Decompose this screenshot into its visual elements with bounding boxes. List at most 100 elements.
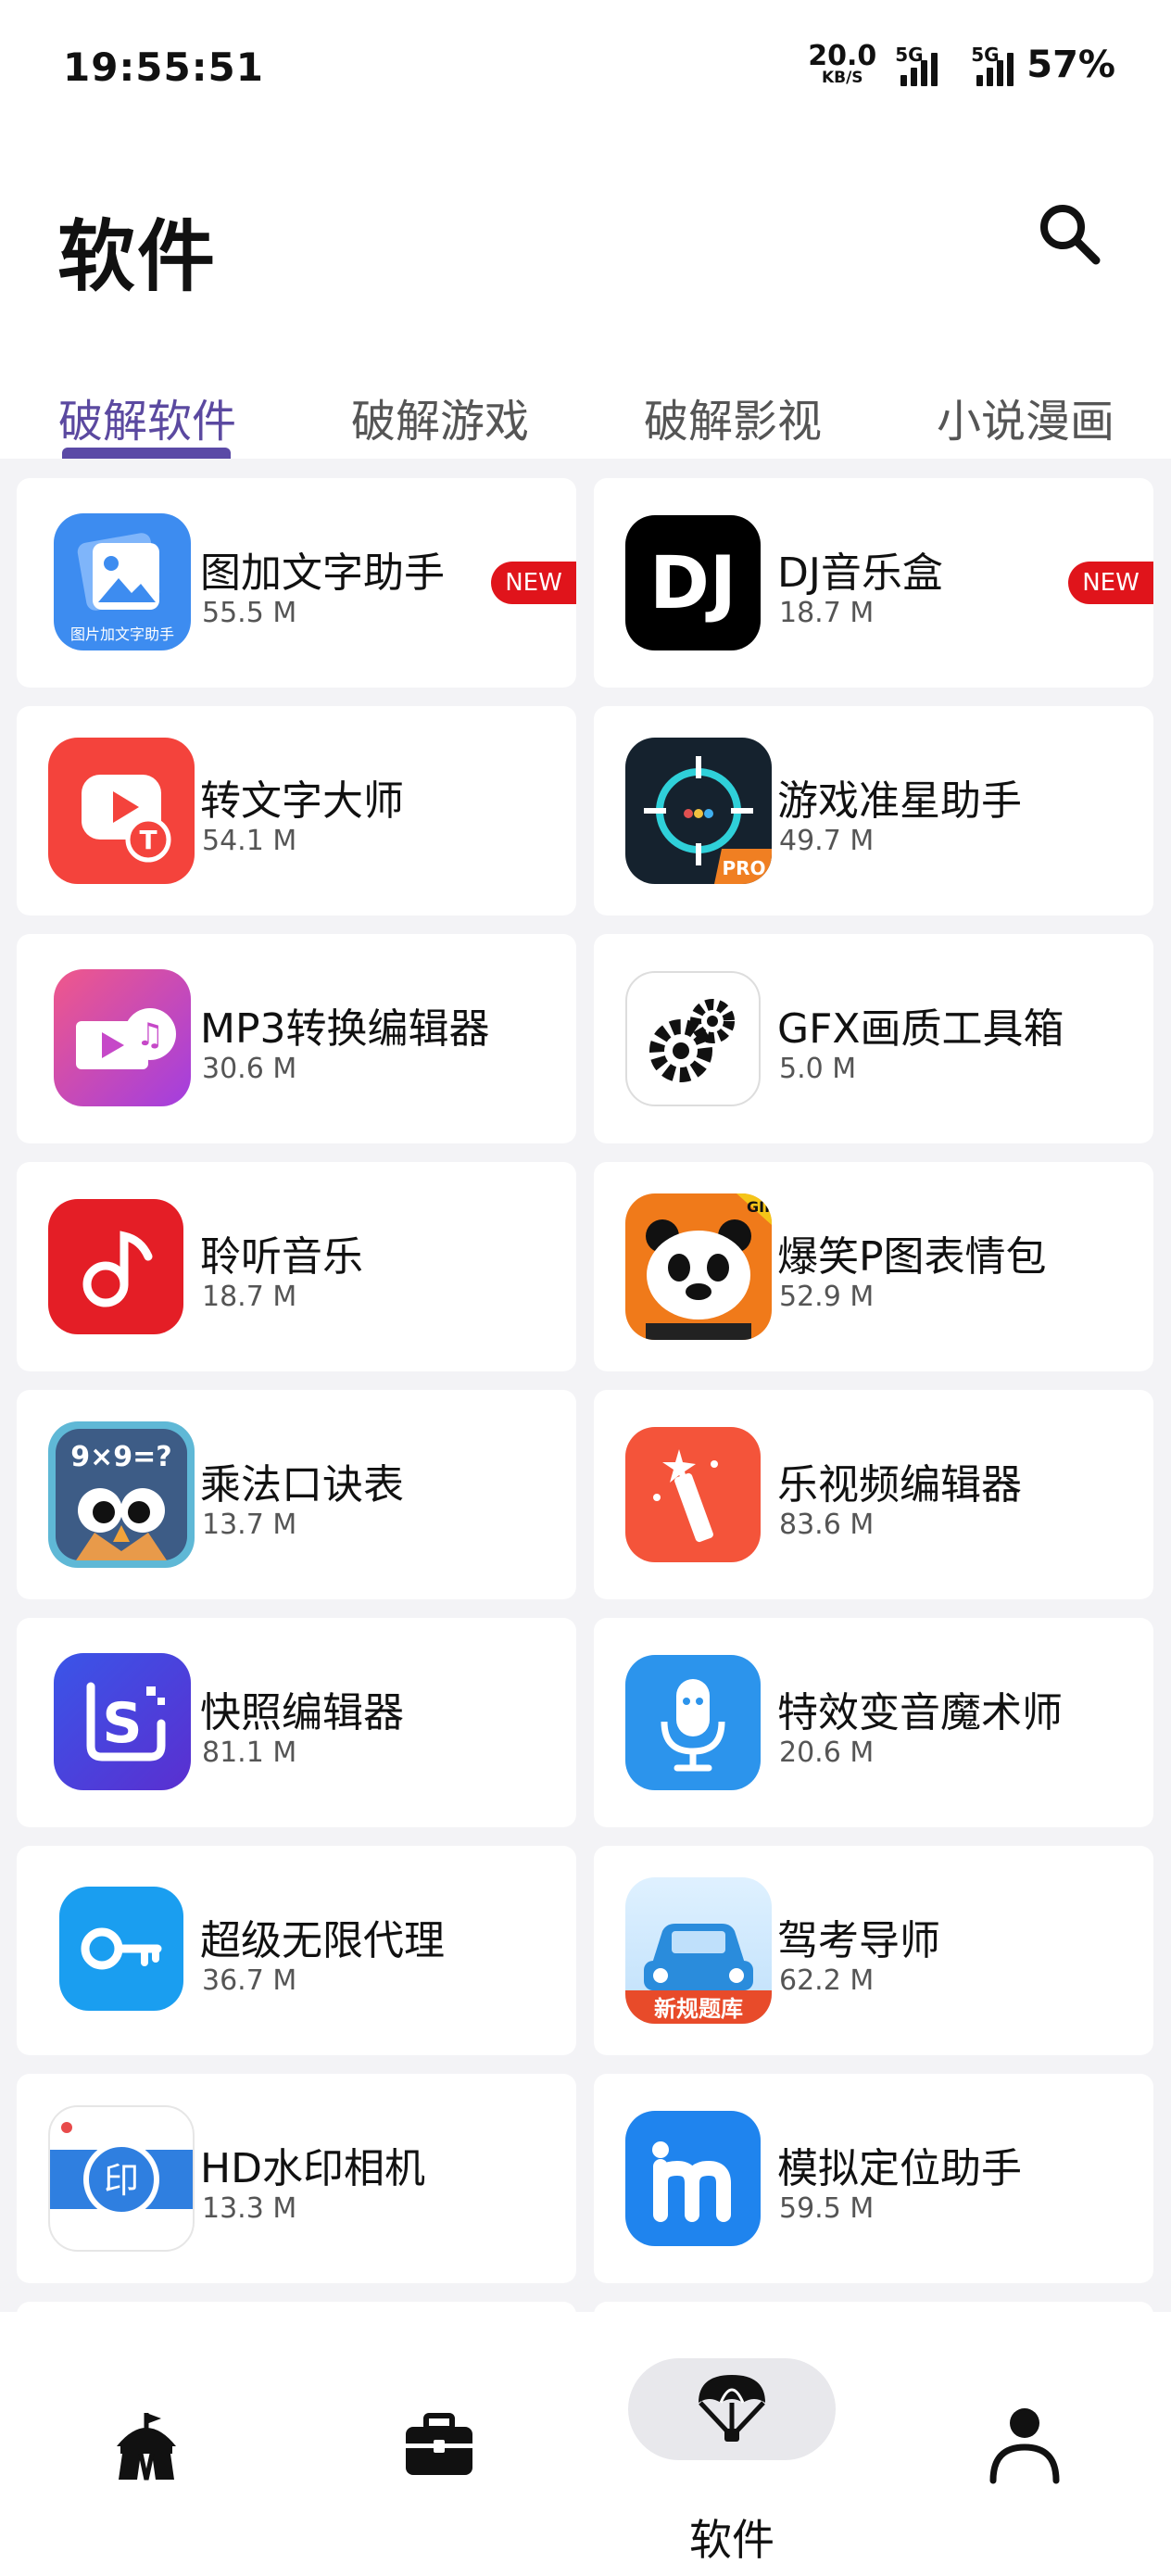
app-grid: 图片加文字助手 图加文字助手 55.5 M NEW DJ DJ音乐盒 18.7 … — [0, 459, 1171, 2312]
app-name: 爆笑P图表情包 — [777, 1233, 1047, 1281]
car-icon: 新规题库 — [625, 1877, 772, 2024]
battery-level: 57% — [1026, 44, 1115, 86]
app-size: 81.1 M — [202, 1736, 297, 1769]
search-button[interactable] — [1033, 197, 1107, 271]
music-note-icon — [48, 1199, 183, 1334]
svg-text:图片加文字助手: 图片加文字助手 — [70, 625, 174, 643]
app-card[interactable]: GFX画质工具箱 5.0 M — [594, 934, 1153, 1143]
nav-item-profile[interactable] — [878, 2312, 1171, 2576]
image-text-icon: 图片加文字助手 — [54, 513, 191, 650]
app-name: 模拟定位助手 — [777, 2145, 1022, 2192]
music-video-icon: ♫ — [54, 969, 191, 1106]
network-speed: 20.0 KB/S — [808, 43, 876, 86]
app-card[interactable]: 超级无限代理 36.7 M — [17, 1846, 576, 2055]
app-card[interactable]: DJ DJ音乐盒 18.7 M NEW — [594, 478, 1153, 688]
app-card[interactable]: GIF 爆笑P图表情包 52.9 M — [594, 1162, 1153, 1371]
tab-cracked-software[interactable]: 破解软件 — [58, 385, 236, 449]
header: 软件 破解软件 破解游戏 破解影视 小说漫画 — [0, 139, 1171, 459]
app-size: 83.6 M — [779, 1509, 875, 1541]
app-card[interactable]: 印 HD水印相机 13.3 M — [17, 2074, 576, 2283]
app-card[interactable]: 聆听音乐 18.7 M — [17, 1162, 576, 1371]
app-size: 5.0 M — [779, 1053, 857, 1085]
nav-item-home[interactable] — [0, 2312, 293, 2576]
bottom-navigation: 软件 — [0, 2312, 1171, 2576]
magic-wand-icon — [625, 1427, 761, 1562]
app-name: 转文字大师 — [200, 777, 404, 825]
signal-2-icon: 5G — [971, 44, 1014, 86]
app-name: 超级无限代理 — [200, 1917, 445, 1964]
app-card[interactable]: S 快照编辑器 81.1 M — [17, 1618, 576, 1827]
app-name: DJ音乐盒 — [777, 549, 943, 597]
parachute-icon — [699, 2375, 765, 2442]
app-card[interactable]: PRO 游戏准星助手 49.7 M — [594, 706, 1153, 915]
app-card[interactable]: 新规题库 驾考导师 62.2 M — [594, 1846, 1153, 2055]
app-size: 54.1 M — [202, 825, 297, 857]
microphone-icon — [625, 1655, 761, 1790]
svg-text:S: S — [102, 1691, 142, 1756]
app-size: 59.5 M — [779, 2192, 875, 2225]
app-size: 13.3 M — [202, 2192, 297, 2225]
app-size: 20.6 M — [779, 1736, 875, 1769]
circus-tent-icon — [117, 2413, 176, 2481]
tab-cracked-games[interactable]: 破解游戏 — [351, 385, 529, 449]
new-badge: NEW — [1068, 562, 1153, 604]
key-icon — [59, 1887, 183, 2011]
app-card[interactable] — [594, 2302, 1153, 2312]
app-size: 13.7 M — [202, 1509, 297, 1541]
app-size: 36.7 M — [202, 1964, 297, 1997]
app-name: 乘法口诀表 — [200, 1461, 404, 1509]
signal-1-tag: 5G — [895, 44, 924, 66]
app-card[interactable]: ♫ MP3转换编辑器 30.6 M — [17, 934, 576, 1143]
app-name: 图加文字助手 — [200, 549, 445, 597]
page-title: 软件 — [57, 211, 218, 302]
app-size: 30.6 M — [202, 1053, 297, 1085]
app-size: 18.7 M — [202, 1281, 297, 1313]
app-card[interactable]: 图片加文字助手 图加文字助手 55.5 M NEW — [17, 478, 576, 688]
app-name: MP3转换编辑器 — [200, 1005, 490, 1053]
app-name: 特效变音魔术师 — [777, 1689, 1063, 1736]
app-card[interactable]: 乐视频编辑器 83.6 M — [594, 1390, 1153, 1599]
svg-text:T: T — [139, 825, 157, 855]
svg-text:新规题库: 新规题库 — [654, 1996, 743, 2022]
app-name: 聆听音乐 — [200, 1233, 363, 1281]
video-to-text-icon: T — [48, 738, 195, 884]
status-time: 19:55:51 — [63, 44, 264, 90]
network-speed-value: 20.0 — [808, 40, 877, 72]
svg-text:♫: ♫ — [136, 1017, 164, 1054]
gears-icon — [625, 971, 761, 1106]
search-icon — [1040, 205, 1101, 265]
new-badge: NEW — [491, 562, 576, 604]
snapshot-icon: S — [54, 1653, 191, 1790]
panda-icon: GIF — [625, 1193, 772, 1340]
svg-text:GIF: GIF — [747, 1198, 772, 1216]
svg-text:PRO: PRO — [722, 857, 765, 879]
dj-icon: DJ — [625, 515, 761, 650]
location-m-icon — [625, 2111, 761, 2246]
app-size: 49.7 M — [779, 825, 875, 857]
svg-text:印: 印 — [104, 2160, 139, 2201]
app-card[interactable] — [17, 2302, 576, 2312]
app-name: 快照编辑器 — [200, 1689, 404, 1736]
nav-item-tools[interactable] — [293, 2312, 586, 2576]
app-name: 驾考导师 — [777, 1917, 940, 1964]
app-size: 62.2 M — [779, 1964, 875, 1997]
app-card[interactable]: 模拟定位助手 59.5 M — [594, 2074, 1153, 2283]
nav-item-software[interactable]: 软件 — [586, 2312, 878, 2576]
app-card[interactable]: T 转文字大师 54.1 M — [17, 706, 576, 915]
user-icon — [989, 2408, 1060, 2484]
category-tabs: 破解软件 破解游戏 破解影视 小说漫画 — [0, 357, 1171, 459]
briefcase-icon — [406, 2413, 472, 2475]
signal-1-icon: 5G — [895, 44, 938, 86]
owl-math-icon: 9×9=? — [48, 1421, 195, 1568]
tab-novels-comics[interactable]: 小说漫画 — [937, 385, 1114, 449]
network-speed-unit: KB/S — [821, 69, 863, 87]
app-card[interactable]: 特效变音魔术师 20.6 M — [594, 1618, 1153, 1827]
app-card[interactable]: 9×9=? 乘法口诀表 13.7 M — [17, 1390, 576, 1599]
signal-2-tag: 5G — [971, 44, 1000, 66]
app-size: 52.9 M — [779, 1281, 875, 1313]
status-bar: 19:55:51 20.0 KB/S 5G 5G 57% — [0, 0, 1171, 139]
svg-text:DJ: DJ — [649, 542, 737, 625]
watermark-camera-icon: 印 — [48, 2105, 195, 2252]
tab-cracked-video[interactable]: 破解影视 — [644, 385, 822, 449]
app-name: 游戏准星助手 — [777, 777, 1022, 825]
